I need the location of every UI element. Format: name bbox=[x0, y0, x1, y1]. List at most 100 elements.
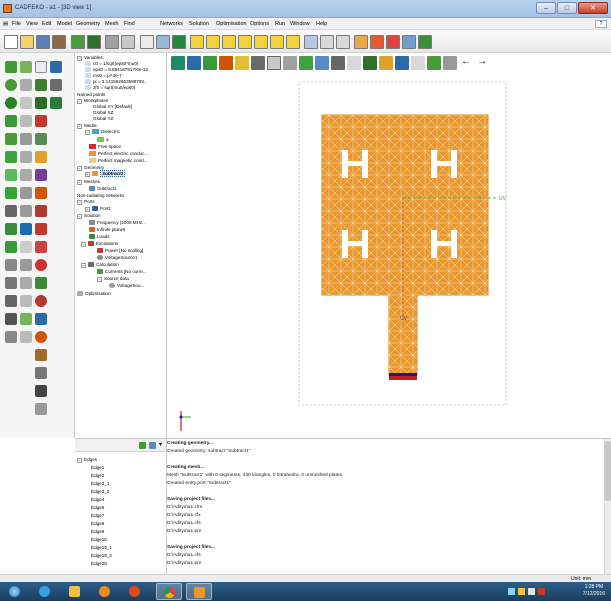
centre-snap-icon[interactable] bbox=[270, 35, 284, 49]
list-item[interactable]: Edge6 bbox=[91, 505, 104, 511]
sweep-icon[interactable] bbox=[20, 187, 32, 199]
menu-file[interactable]: File bbox=[12, 21, 21, 27]
rotate-view-icon[interactable] bbox=[443, 56, 457, 70]
tree-solution[interactable]: − Solution bbox=[77, 213, 101, 219]
pan-icon[interactable] bbox=[235, 56, 249, 70]
collapse-icon[interactable]: − bbox=[77, 124, 82, 129]
filter-icon[interactable] bbox=[139, 442, 146, 449]
subtract-icon[interactable] bbox=[20, 169, 32, 181]
edit-icon[interactable] bbox=[283, 56, 297, 70]
menu-solution[interactable]: Solution bbox=[189, 21, 209, 27]
collapse-icon[interactable]: − bbox=[85, 130, 90, 135]
cone-icon[interactable] bbox=[50, 61, 62, 73]
menu-run[interactable]: Run bbox=[275, 21, 285, 27]
split-icon[interactable] bbox=[5, 223, 17, 235]
collapse-icon[interactable]: − bbox=[77, 166, 82, 171]
menu-find[interactable]: Find bbox=[124, 21, 135, 27]
port-marker[interactable] bbox=[389, 376, 417, 380]
grid-icon[interactable] bbox=[299, 56, 313, 70]
scale-icon[interactable] bbox=[20, 313, 32, 325]
tree-medium[interactable]: Free space bbox=[89, 144, 121, 150]
undo-icon[interactable] bbox=[105, 35, 119, 49]
grid-snap-icon[interactable] bbox=[286, 35, 300, 49]
rotate-icon[interactable] bbox=[336, 35, 350, 49]
mesh-view-icon[interactable] bbox=[315, 56, 329, 70]
print-icon[interactable] bbox=[52, 35, 66, 49]
zoom-region-icon[interactable] bbox=[411, 56, 425, 70]
list-item[interactable]: Edge4 bbox=[91, 497, 104, 503]
excitation-icon[interactable] bbox=[354, 35, 368, 49]
port-edge[interactable] bbox=[389, 373, 417, 376]
bezier-icon[interactable] bbox=[20, 151, 32, 163]
tree-dielectric-item[interactable]: a bbox=[97, 137, 109, 143]
loft-icon[interactable] bbox=[5, 205, 17, 217]
port-icon[interactable] bbox=[35, 223, 47, 235]
sheet-icon[interactable] bbox=[20, 115, 32, 127]
taskbar-ie[interactable] bbox=[32, 583, 58, 600]
fitted-spline-icon[interactable] bbox=[5, 169, 17, 181]
tree-power[interactable]: Power [No scaling] bbox=[97, 248, 143, 254]
view-side-icon[interactable] bbox=[203, 56, 217, 70]
tree-variable[interactable]: zf0 = sqrt(mu0/eps0) bbox=[85, 85, 135, 91]
mesh-icon[interactable] bbox=[71, 35, 85, 49]
collapse-icon[interactable]: − bbox=[77, 458, 82, 463]
spin-icon[interactable] bbox=[20, 205, 32, 217]
script-icon[interactable] bbox=[402, 35, 416, 49]
3d-view[interactable]: ← → UV UV bbox=[167, 53, 611, 438]
list-item[interactable]: Edge3_2 bbox=[91, 489, 109, 495]
list-item[interactable]: Edge20 bbox=[91, 561, 107, 567]
flag-icon[interactable] bbox=[386, 35, 400, 49]
mirror-icon[interactable] bbox=[20, 295, 32, 307]
help-icon[interactable]: ? bbox=[595, 20, 607, 28]
geometry-select-icon[interactable] bbox=[172, 35, 186, 49]
source-icon[interactable] bbox=[35, 241, 47, 253]
transform-icon[interactable] bbox=[20, 277, 32, 289]
skin-icon[interactable] bbox=[35, 187, 47, 199]
zoom-extents-icon[interactable] bbox=[320, 35, 334, 49]
tree-calculation[interactable]: − Calculation bbox=[81, 262, 119, 268]
spiral-icon[interactable] bbox=[50, 79, 62, 91]
collapse-icon[interactable]: − bbox=[77, 99, 82, 104]
b-icon[interactable] bbox=[5, 331, 17, 343]
menu-mesh[interactable]: Mesh bbox=[105, 21, 118, 27]
view-iso-icon[interactable] bbox=[219, 56, 233, 70]
tree-geometry-item[interactable]: + Subtract1 bbox=[85, 170, 126, 177]
stitch-icon[interactable] bbox=[35, 205, 47, 217]
list-item[interactable]: Edge19_1 bbox=[91, 545, 112, 551]
maximize-button[interactable]: □ bbox=[557, 2, 577, 14]
tree-medium[interactable]: Perfect electric conduc... bbox=[89, 151, 148, 157]
menu-help[interactable]: Help bbox=[316, 21, 327, 27]
menu-model[interactable]: Model bbox=[57, 21, 72, 27]
tree-source-item[interactable]: VoltageSou... bbox=[109, 283, 144, 289]
light-icon[interactable] bbox=[379, 56, 393, 70]
list-item[interactable]: Edge7 bbox=[91, 513, 104, 519]
probe-icon[interactable] bbox=[35, 295, 47, 307]
ellipse-icon[interactable] bbox=[5, 97, 17, 109]
p-icon[interactable] bbox=[35, 115, 47, 127]
patch-antenna[interactable] bbox=[321, 114, 489, 380]
taskbar-chrome[interactable] bbox=[156, 583, 182, 600]
cable-icon[interactable] bbox=[35, 385, 47, 397]
s-parameter-icon[interactable] bbox=[35, 349, 47, 361]
collapse-icon[interactable]: − bbox=[77, 200, 82, 205]
point-snap-icon[interactable] bbox=[190, 35, 204, 49]
run-icon[interactable] bbox=[418, 35, 432, 49]
menu-options[interactable]: Options bbox=[250, 21, 269, 27]
ruler-icon[interactable] bbox=[347, 56, 361, 70]
select-icon[interactable] bbox=[140, 35, 154, 49]
polygon-icon[interactable] bbox=[5, 115, 17, 127]
tree-voltage-source[interactable]: VoltageSource1 bbox=[97, 255, 137, 261]
list-item[interactable]: Edge1 bbox=[91, 465, 104, 471]
view-front-icon[interactable] bbox=[187, 56, 201, 70]
request-icon[interactable] bbox=[370, 35, 384, 49]
load-icon[interactable] bbox=[35, 277, 47, 289]
message-scrollbar[interactable] bbox=[604, 439, 611, 574]
disk-icon[interactable] bbox=[20, 97, 32, 109]
antenna-model-canvas[interactable]: UV UV bbox=[167, 73, 611, 438]
collapse-icon[interactable]: − bbox=[81, 263, 86, 268]
face-snap-icon[interactable] bbox=[222, 35, 236, 49]
battery-icon[interactable] bbox=[518, 588, 525, 595]
n-alt-icon[interactable] bbox=[5, 313, 17, 325]
sphere-icon[interactable] bbox=[5, 79, 17, 91]
redo-icon[interactable] bbox=[121, 35, 135, 49]
